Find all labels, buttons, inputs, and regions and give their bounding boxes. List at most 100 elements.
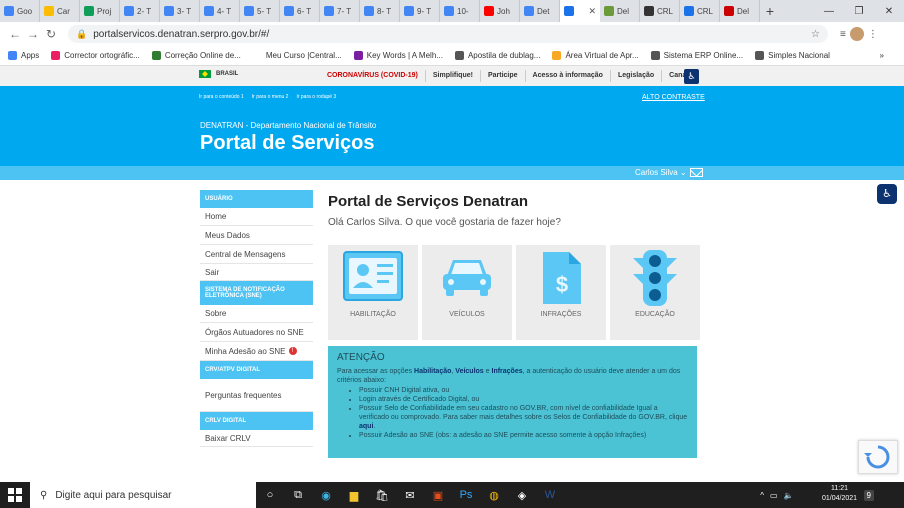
sidebar-item[interactable]: Perguntas frequentes [200, 379, 313, 412]
reading-list-icon[interactable]: ≡ [840, 29, 846, 40]
sidebar-item[interactable]: Sobre [200, 305, 313, 323]
cortana-icon[interactable]: ○ [256, 482, 284, 508]
tab-favicon-icon [604, 6, 614, 16]
card-habilitacao[interactable]: HABILITAÇÃO [328, 245, 418, 340]
bookmark-item[interactable]: Meu Curso |Central... [252, 51, 342, 60]
sidebar-item[interactable]: Minha Adesão ao SNE! [200, 342, 313, 361]
browser-tab[interactable]: 5- T [240, 0, 280, 22]
taskbar-search-input[interactable]: ⚲ Digite aqui para pesquisar [30, 482, 256, 508]
forward-icon[interactable]: → [24, 27, 42, 41]
attention-bold: Habilitação [414, 368, 452, 375]
browser-tab[interactable]: 9- T [400, 0, 440, 22]
sidebar-item-label: Sair [205, 267, 220, 277]
gov-link[interactable]: Participe [479, 70, 525, 82]
bookmark-item[interactable]: Simples Nacional [755, 51, 830, 60]
aqui-link[interactable]: aqui [359, 423, 373, 430]
card-educacao[interactable]: EDUCAÇÃO [610, 245, 700, 340]
bookmark-item[interactable]: Área Virtual de Apr... [552, 51, 639, 60]
url-input[interactable]: 🔒 portalservicos.denatran.serpro.gov.br/… [68, 25, 828, 43]
sidebar-item[interactable]: Central de Mensagens [200, 245, 313, 264]
minimize-icon[interactable]: — [814, 0, 844, 22]
bookmark-item[interactable]: Correção Online de... [151, 51, 241, 60]
browser-tab[interactable]: 6- T [280, 0, 320, 22]
gov-link[interactable]: Acesso à informação [524, 70, 610, 82]
photoshop-icon[interactable]: Ps [452, 482, 480, 508]
recaptcha-badge[interactable] [858, 440, 898, 474]
attention-bold: Veículos [455, 368, 484, 375]
browser-tab[interactable]: 10- [440, 0, 480, 22]
new-tab-button[interactable]: + [760, 3, 780, 19]
lock-icon[interactable]: 🔒 [76, 29, 87, 40]
gov-link[interactable]: Simplifique! [424, 70, 480, 82]
office-icon[interactable]: ▣ [424, 482, 452, 508]
user-menu[interactable]: Carlos Silva ⌄ [635, 168, 687, 177]
tab-favicon-icon [44, 6, 54, 16]
tab-label: 2- T [137, 6, 152, 16]
back-icon[interactable]: ← [6, 27, 24, 41]
tab-label: 6- T [297, 6, 312, 16]
sidebar-item[interactable]: Baixar CRLV [200, 430, 313, 447]
browser-tab[interactable]: 2- T [120, 0, 160, 22]
store-icon[interactable]: 🛍 [368, 482, 396, 508]
volume-icon[interactable]: 🔈 [784, 491, 794, 500]
sidebar-item[interactable]: Home [200, 208, 313, 226]
restore-icon[interactable]: ❐ [844, 0, 874, 22]
file-explorer-icon[interactable]: ▆ [340, 482, 368, 508]
edge-icon[interactable]: ◉ [312, 482, 340, 508]
sidebar-item[interactable]: Órgãos Autuadores no SNE [200, 323, 313, 342]
browser-tab[interactable]: Proj [80, 0, 120, 22]
browser-tab[interactable]: 8- T [360, 0, 400, 22]
mail-icon[interactable] [690, 168, 703, 177]
browser-tab[interactable]: 4- T [200, 0, 240, 22]
browser-tab[interactable]: Car [40, 0, 80, 22]
browser-tab[interactable]: CRL [680, 0, 720, 22]
bookmark-item[interactable]: Apostila de dublag... [454, 51, 540, 60]
browser-tab[interactable]: Del [720, 0, 760, 22]
high-contrast-link[interactable]: ALTO CONTRASTE [642, 94, 705, 101]
chevron-up-icon[interactable]: ^ [760, 491, 764, 500]
skip-link[interactable]: Ir para o conteúdo 1 [199, 94, 244, 100]
browser-tab[interactable]: Goo [0, 0, 40, 22]
close-window-icon[interactable]: ✕ [874, 0, 904, 22]
accessibility-float-icon[interactable]: ♿ [877, 184, 897, 204]
browser-tab[interactable]: CRL [640, 0, 680, 22]
portal-title[interactable]: Portal de Serviços [200, 132, 375, 155]
profile-avatar[interactable] [849, 27, 864, 41]
close-tab-icon[interactable]: ✕ [588, 6, 596, 17]
browser-tab[interactable]: ✕ [560, 0, 600, 22]
menu-dots-icon[interactable]: ⋮ [868, 29, 878, 40]
card-veiculos[interactable]: VEÍCULOS [422, 245, 512, 340]
bookmarks-more-icon[interactable]: » [880, 51, 884, 60]
sidebar-item[interactable]: Sair [200, 264, 313, 281]
gov-link[interactable]: CORONAVÍRUS (COVID-19) [320, 70, 425, 82]
brasil-link[interactable]: BRASIL [199, 70, 238, 78]
chrome-icon[interactable]: ◍ [480, 482, 508, 508]
task-view-icon[interactable]: ⧉ [284, 482, 312, 508]
sidebar-item[interactable]: Meus Dados [200, 226, 313, 245]
bookmark-item[interactable]: Corrector ortográfic... [51, 51, 140, 60]
notification-icon[interactable]: 9 [863, 489, 874, 501]
accessibility-icon[interactable]: ♿ [684, 69, 699, 84]
browser-tab[interactable]: Joh [480, 0, 520, 22]
bookmark-icon [552, 51, 562, 60]
browser-tab[interactable]: Del [600, 0, 640, 22]
app-icon[interactable]: ◈ [508, 482, 536, 508]
browser-tab[interactable]: 7- T [320, 0, 360, 22]
bookmark-item[interactable]: Sistema ERP Online... [650, 51, 743, 60]
mail-app-icon[interactable]: ✉ [396, 482, 424, 508]
bookmark-item[interactable]: Apps [8, 51, 39, 60]
browser-tab[interactable]: Det [520, 0, 560, 22]
gov-link[interactable]: Legislação [609, 70, 661, 82]
clock[interactable]: 11:21 01/04/2021 [822, 484, 857, 504]
skip-link[interactable]: Ir para o rodapé 3 [296, 94, 336, 100]
service-cards: HABILITAÇÃO VEÍCULOS $ INFRAÇÕES EDUCAÇÃ… [328, 245, 704, 340]
bookmark-star-icon[interactable]: ☆ [811, 29, 820, 40]
word-icon[interactable]: W [536, 482, 564, 508]
reload-icon[interactable]: ↻ [42, 27, 60, 41]
windows-start-icon[interactable] [0, 482, 30, 508]
card-infracoes[interactable]: $ INFRAÇÕES [516, 245, 606, 340]
network-icon[interactable]: ▭ [770, 491, 778, 500]
bookmark-item[interactable]: Key Words | A Melh... [353, 51, 443, 60]
skip-link[interactable]: Ir para o menu 2 [252, 94, 289, 100]
browser-tab[interactable]: 3- T [160, 0, 200, 22]
